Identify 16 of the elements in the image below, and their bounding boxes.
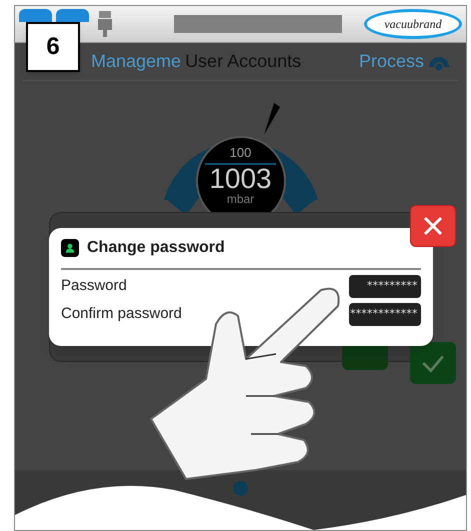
user-button[interactable] — [56, 9, 89, 22]
step-number: 6 — [26, 22, 80, 72]
logo: vacuubrand — [364, 9, 462, 39]
field-label: Password — [61, 276, 127, 296]
confirm-button[interactable] — [410, 342, 456, 384]
password-field[interactable]: ************ — [349, 303, 421, 326]
close-button[interactable] — [410, 205, 456, 247]
setpoint-value: 100 — [230, 146, 252, 159]
network-plug-icon — [97, 10, 113, 38]
user-button[interactable] — [19, 9, 52, 22]
dialog-title: Change password — [87, 238, 225, 258]
close-icon — [421, 214, 445, 238]
pressure-value: 1003 — [205, 163, 276, 193]
field-label: Confirm password — [61, 304, 182, 324]
password-field[interactable]: ********* — [349, 275, 421, 298]
unit-label: mbar — [226, 193, 254, 205]
